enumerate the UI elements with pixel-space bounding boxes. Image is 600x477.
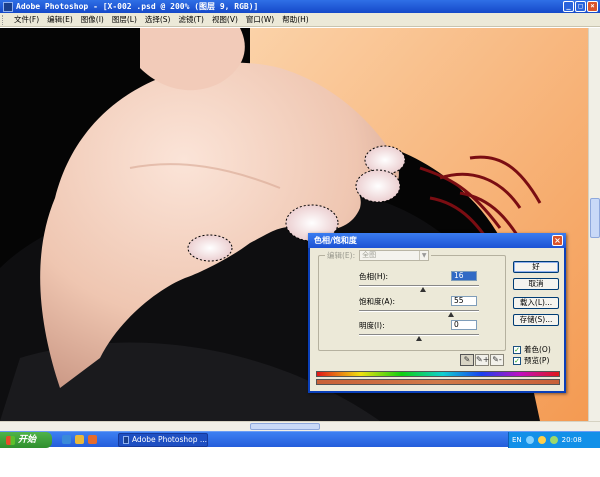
lightness-label: 明度(I): bbox=[359, 321, 385, 330]
start-button[interactable]: 开始 bbox=[0, 432, 52, 448]
load-button[interactable]: 载入(L)... bbox=[513, 297, 559, 309]
hue-saturation-dialog: 色相/饱和度 × 编辑(E): 全图 ▼ 色相(H): 16 饱和度(A): 5… bbox=[308, 233, 566, 393]
volume-icon[interactable] bbox=[537, 436, 546, 444]
menu-window[interactable]: 窗口(W) bbox=[242, 14, 278, 25]
menu-bar: 文件(F) 编辑(E) 图像(I) 图层(L) 选择(S) 滤镜(T) 视图(V… bbox=[0, 13, 600, 27]
ie-icon[interactable] bbox=[62, 435, 71, 444]
network-icon[interactable] bbox=[525, 436, 534, 444]
menu-layer[interactable]: 图层(L) bbox=[108, 14, 141, 25]
lightness-input[interactable]: 0 bbox=[451, 320, 477, 330]
photoshop-icon bbox=[3, 1, 13, 12]
lightness-slider-knob[interactable] bbox=[416, 336, 422, 341]
taskbar-photoshop-label: Adobe Photoshop ... bbox=[131, 435, 207, 444]
chevron-down-icon: ▼ bbox=[419, 251, 428, 260]
edit-select-value: 全图 bbox=[362, 251, 377, 259]
saturation-slider-knob[interactable] bbox=[448, 312, 455, 317]
ok-button[interactable]: 好 bbox=[513, 261, 559, 273]
preview-checkbox[interactable]: ✓ bbox=[513, 356, 521, 365]
colorize-label: 着色(O) bbox=[524, 345, 551, 354]
vertical-scrollbar[interactable] bbox=[588, 28, 600, 421]
title-bar: Adobe Photoshop - [X-002 .psd @ 200% (图层… bbox=[0, 0, 600, 13]
preview-label: 预览(P) bbox=[524, 356, 550, 365]
taskbar-photoshop-button[interactable]: Adobe Photoshop ... bbox=[118, 433, 208, 447]
media-icon[interactable] bbox=[88, 435, 97, 444]
menu-grip bbox=[2, 14, 8, 25]
system-tray: EN 20:08 bbox=[508, 432, 600, 448]
window-title: Adobe Photoshop - [X-002 .psd @ 200% (图层… bbox=[16, 2, 259, 11]
menu-view[interactable]: 视图(V) bbox=[208, 14, 242, 25]
hue-label: 色相(H): bbox=[359, 272, 389, 281]
minimize-button[interactable]: _ bbox=[563, 1, 574, 12]
edit-label: 编辑(E): bbox=[327, 251, 356, 260]
dialog-close-button[interactable]: × bbox=[552, 235, 563, 246]
save-button[interactable]: 存储(S)... bbox=[513, 314, 559, 326]
menu-file[interactable]: 文件(F) bbox=[10, 14, 43, 25]
quick-launch bbox=[62, 435, 97, 444]
hue-input[interactable]: 16 bbox=[451, 271, 477, 281]
clock: 20:08 bbox=[561, 436, 582, 444]
menu-image[interactable]: 图像(I) bbox=[77, 14, 108, 25]
close-button[interactable]: × bbox=[587, 1, 598, 12]
cancel-button[interactable]: 取消 bbox=[513, 278, 559, 290]
menu-select[interactable]: 选择(S) bbox=[141, 14, 175, 25]
dialog-title: 色相/饱和度 bbox=[314, 236, 357, 245]
windows-flag-icon bbox=[6, 435, 15, 445]
source-color-bar bbox=[316, 371, 560, 377]
adjustment-group: 编辑(E): 全图 ▼ 色相(H): 16 饱和度(A): 55 明度(I): … bbox=[318, 250, 506, 351]
start-label: 开始 bbox=[18, 435, 37, 445]
saturation-track[interactable] bbox=[359, 310, 479, 312]
eyedropper-icon[interactable]: ✎ bbox=[460, 354, 474, 366]
colorize-row: ✓ 着色(O) bbox=[513, 344, 551, 355]
colorize-checkbox[interactable]: ✓ bbox=[513, 345, 521, 354]
preview-row: ✓ 预览(P) bbox=[513, 355, 549, 366]
security-icon[interactable] bbox=[549, 436, 558, 444]
eyedropper-group: ✎ ✎+ ✎- bbox=[460, 354, 504, 366]
photoshop-icon bbox=[123, 436, 129, 444]
window-controls: _ □ × bbox=[563, 1, 598, 12]
taskbar: 开始 Adobe Photoshop ... EN 20:08 bbox=[0, 431, 600, 448]
horizontal-scrollbar[interactable] bbox=[0, 421, 600, 431]
dialog-title-bar[interactable]: 色相/饱和度 × bbox=[308, 233, 566, 248]
vertical-scroll-thumb[interactable] bbox=[590, 198, 600, 238]
eyedropper-minus-icon[interactable]: ✎- bbox=[490, 354, 504, 366]
menu-filter[interactable]: 滤镜(T) bbox=[175, 14, 208, 25]
language-indicator[interactable]: EN bbox=[512, 432, 522, 448]
eyedropper-plus-icon[interactable]: ✎+ bbox=[475, 354, 489, 366]
hue-slider-knob[interactable] bbox=[419, 287, 426, 292]
horizontal-scroll-thumb[interactable] bbox=[250, 423, 320, 430]
saturation-input[interactable]: 55 bbox=[451, 296, 477, 306]
edit-select: 全图 ▼ bbox=[359, 250, 430, 261]
menu-help[interactable]: 帮助(H) bbox=[278, 14, 313, 25]
saturation-label: 饱和度(A): bbox=[359, 297, 396, 306]
menu-edit[interactable]: 编辑(E) bbox=[43, 14, 77, 25]
maximize-button[interactable]: □ bbox=[575, 1, 586, 12]
folder-icon[interactable] bbox=[75, 435, 84, 444]
result-color-bar bbox=[316, 379, 560, 385]
